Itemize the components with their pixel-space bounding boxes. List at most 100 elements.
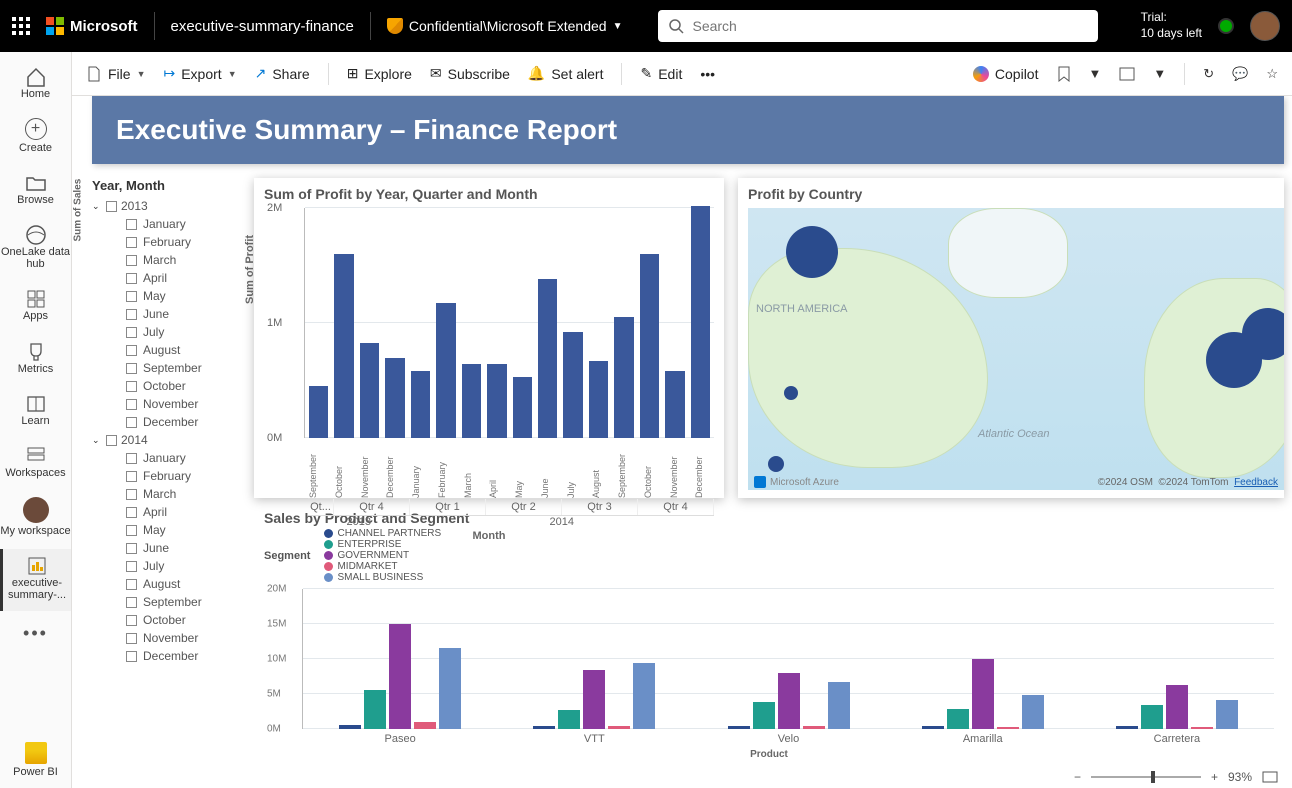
cmd-share[interactable]: ↗Share [255,65,310,82]
map-canvas[interactable]: NORTH AMERICA Atlantic Ocean Microsoft A… [748,208,1284,490]
nav-powerbi[interactable]: Power BI [0,736,71,788]
slicer-month[interactable]: October [143,613,186,627]
sales-bar[interactable] [608,726,630,729]
slicer-month[interactable]: June [143,541,169,555]
checkbox[interactable] [126,579,137,590]
sales-bar[interactable] [778,673,800,729]
slicer-month[interactable]: March [143,487,176,501]
zoom-in[interactable]: + [1211,770,1218,784]
workspace-name[interactable]: executive-summary-finance [171,18,354,35]
sales-bar[interactable] [1166,685,1188,729]
cmd-copilot[interactable]: Copilot [973,66,1039,82]
nav-more[interactable]: ••• [13,613,58,654]
slicer-month[interactable]: December [143,415,198,429]
checkbox[interactable] [126,453,137,464]
checkbox[interactable] [126,543,137,554]
slicer-month[interactable]: April [143,271,167,285]
profit-bar[interactable] [334,254,353,438]
cmd-export[interactable]: ↦Export▼ [163,65,236,82]
search-input[interactable] [692,18,1088,34]
slicer-month[interactable]: September [143,361,202,375]
zoom-out[interactable]: − [1074,770,1081,784]
profit-bar[interactable] [436,303,455,438]
checkbox[interactable] [126,651,137,662]
legend-item[interactable]: MIDMARKET [324,561,441,572]
profit-bar[interactable] [360,343,379,438]
checkbox[interactable] [126,309,137,320]
sales-bar[interactable] [558,710,580,729]
slicer-month[interactable]: August [143,343,180,357]
checkbox[interactable] [126,471,137,482]
profit-bar[interactable] [665,371,684,438]
legend-item[interactable]: SMALL BUSINESS [324,572,441,583]
checkbox[interactable] [126,561,137,572]
sales-bar[interactable] [1191,727,1213,729]
nav-metrics[interactable]: Metrics [0,335,71,385]
checkbox[interactable] [126,237,137,248]
profit-bar[interactable] [513,377,532,438]
checkbox[interactable] [126,219,137,230]
cmd-file[interactable]: File▼ [86,66,145,82]
slicer-month[interactable]: July [143,325,164,339]
profit-bar[interactable] [614,317,633,438]
chevron-down-icon[interactable]: ▼ [1153,66,1166,81]
checkbox[interactable] [126,525,137,536]
profit-bar[interactable] [640,254,659,438]
search-box[interactable] [658,10,1098,42]
profit-bar[interactable] [487,364,506,438]
sales-bar[interactable] [339,725,361,729]
checkbox[interactable] [126,507,137,518]
profit-bar[interactable] [309,386,328,438]
map-bubble[interactable] [784,386,798,400]
profit-bar[interactable] [691,206,710,438]
slicer-month[interactable]: February [143,469,191,483]
checkbox[interactable] [126,633,137,644]
cmd-edit[interactable]: ✎Edit [640,65,682,82]
fit-page-icon[interactable] [1262,771,1278,783]
checkbox[interactable] [106,435,117,446]
checkbox[interactable] [126,345,137,356]
map-bubble[interactable] [786,226,838,278]
slicer-month[interactable]: May [143,289,166,303]
checkbox[interactable] [126,255,137,266]
zoom-slider[interactable] [1091,776,1201,778]
sales-bar[interactable] [389,624,411,729]
map-bubble[interactable] [1206,332,1262,388]
checkbox[interactable] [126,615,137,626]
sales-bar[interactable] [753,702,775,729]
checkbox[interactable] [126,597,137,608]
profit-bar[interactable] [589,361,608,438]
sales-bar[interactable] [439,648,461,729]
comment-icon[interactable]: 💬 [1232,66,1248,82]
sales-bar[interactable] [997,727,1019,729]
nav-apps[interactable]: Apps [0,282,71,332]
user-avatar[interactable] [1250,11,1280,41]
sales-bar[interactable] [828,682,850,729]
expand-icon[interactable]: ⌄ [92,435,102,446]
checkbox[interactable] [106,201,117,212]
profit-chart-visual[interactable]: Sum of Profit by Year, Quarter and Month… [254,178,724,498]
slicer-month[interactable]: January [143,451,186,465]
nav-workspaces[interactable]: Workspaces [0,439,71,489]
nav-onelake[interactable]: OneLake data hub [0,218,71,280]
sales-bar[interactable] [1141,705,1163,729]
sales-bar[interactable] [583,670,605,729]
bookmark-icon[interactable] [1057,66,1071,82]
star-icon[interactable]: ☆ [1266,66,1278,82]
slicer-month[interactable]: September [143,595,202,609]
profit-bar[interactable] [563,332,582,438]
app-launcher[interactable] [12,17,30,35]
year-month-slicer[interactable]: Year, Month ⌄2013JanuaryFebruaryMarchApr… [92,178,242,732]
legend-item[interactable]: GOVERNMENT [324,550,441,561]
profit-bar[interactable] [385,358,404,439]
slicer-month[interactable]: January [143,217,186,231]
slicer-year[interactable]: 2013 [121,199,148,213]
sales-bar[interactable] [1216,700,1238,729]
sales-bar[interactable] [803,726,825,729]
cmd-setalert[interactable]: 🔔Set alert [528,65,604,82]
checkbox[interactable] [126,381,137,392]
sales-bar[interactable] [922,726,944,729]
slicer-month[interactable]: June [143,307,169,321]
profit-bar[interactable] [538,279,557,438]
sensitivity-label[interactable]: Confidential\Microsoft Extended ▼ [387,18,623,34]
